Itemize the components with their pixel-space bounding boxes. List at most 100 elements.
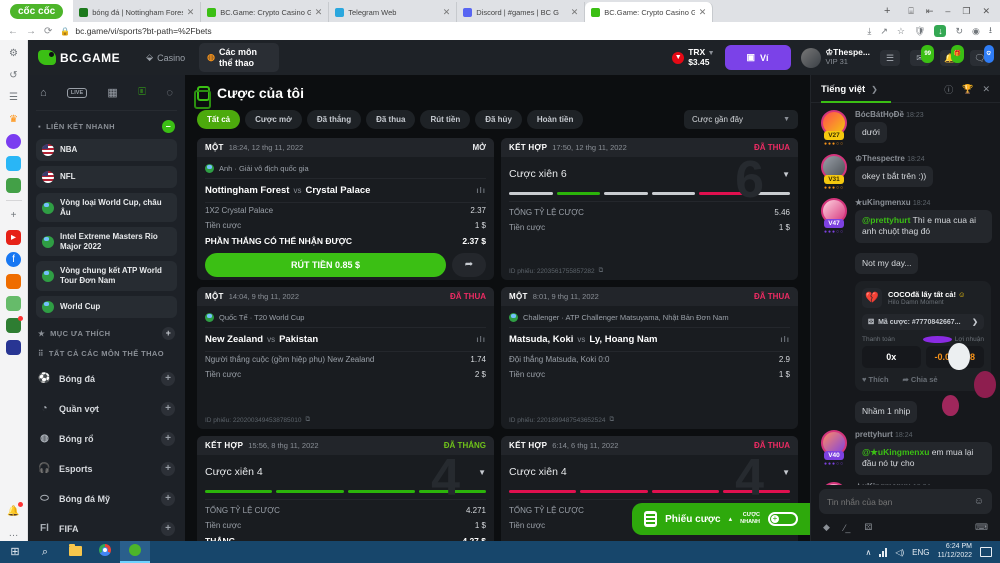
downloads-icon[interactable]: ⭳ xyxy=(989,23,992,39)
trophy-icon[interactable]: 🏆 xyxy=(962,84,973,95)
add-favorite-button[interactable]: + xyxy=(162,327,175,340)
stats-icon[interactable]: ılı xyxy=(780,335,790,344)
volume-icon[interactable]: ◁) xyxy=(895,548,904,557)
crown-icon[interactable]: ♛ xyxy=(6,112,21,127)
balance-selector[interactable]: ▼ TRX ▼ $3.45 xyxy=(672,48,714,67)
add-shortcut-icon[interactable]: + xyxy=(6,208,21,223)
minimize-button[interactable]: – xyxy=(945,6,950,16)
youtube-icon[interactable]: ▸ xyxy=(6,230,21,245)
browser-tab[interactable]: BC.Game: Crypto Casino Gan ✕ xyxy=(201,2,329,22)
language-indicator[interactable]: ENG xyxy=(912,548,929,557)
search-icon[interactable]: ◌ xyxy=(166,87,173,99)
browser-tab[interactable]: Discord | #games | BC G ✕ xyxy=(457,2,585,22)
avatar[interactable] xyxy=(821,482,847,485)
quick-link-item[interactable]: NFL xyxy=(36,166,177,188)
sync-icon[interactable]: ↻ xyxy=(955,26,963,37)
filter-Đã hủy[interactable]: Đã hủy xyxy=(475,110,522,129)
sidebar-sport-item[interactable]: 🎧 Esports + xyxy=(36,454,177,484)
expand-sport-button[interactable]: + xyxy=(161,462,175,476)
notification-bell-icon[interactable]: 🔔🎁 xyxy=(940,50,960,66)
reload-button[interactable]: ⟳ xyxy=(44,26,52,37)
chevron-down-icon[interactable]: ▼ xyxy=(782,170,790,179)
action-center-icon[interactable] xyxy=(980,547,992,557)
filter-Rút tiền[interactable]: Rút tiền xyxy=(420,110,470,129)
copy-icon[interactable]: ⧉ xyxy=(599,267,604,275)
live-icon[interactable]: LIVE xyxy=(67,88,87,98)
close-chat-icon[interactable]: ✕ xyxy=(982,84,990,95)
chat-username[interactable]: ♔Thespectre 18:24 xyxy=(855,154,992,163)
mail-icon[interactable]: ✉99 xyxy=(910,50,930,66)
zalo-icon[interactable] xyxy=(6,156,21,171)
expand-sport-button[interactable]: + xyxy=(161,432,175,446)
shared-bet-card[interactable]: 💔 COCOđã lấy tất cả! ☺ Hilo Damn Moment … xyxy=(855,281,991,391)
sidebar-sport-item[interactable]: ◍ Bóng rổ + xyxy=(36,424,177,454)
expand-sport-button[interactable]: + xyxy=(161,372,175,386)
match-row[interactable]: Matsuda, Kokivs Ly, Hoang Nam ılı xyxy=(509,328,790,352)
reading-list-icon[interactable]: ☰ xyxy=(6,90,21,105)
download-extension-icon[interactable]: ↓ xyxy=(934,25,946,37)
expand-sport-button[interactable]: + xyxy=(161,402,175,416)
new-tab-button[interactable]: + xyxy=(876,5,898,17)
chevron-right-icon[interactable]: ❯ xyxy=(871,85,878,94)
match-row[interactable]: Nottingham Forestvs Crystal Palace ılı xyxy=(205,179,486,203)
match-row[interactable]: New Zealandvs Pakistan ılı xyxy=(205,328,486,352)
save-page-icon[interactable]: ⤓ xyxy=(867,26,871,37)
forward-button[interactable]: → xyxy=(26,26,36,37)
mention[interactable]: @prettyhurt xyxy=(862,215,910,225)
copy-icon[interactable]: ⧉ xyxy=(306,416,311,424)
history-icon[interactable]: ↺ xyxy=(6,68,21,83)
betslip-fab[interactable]: Phiếu cược ▴ CƯỢCNHANH xyxy=(632,503,810,535)
sidebar-sport-item[interactable]: ⬭ Bóng đá Mỹ + xyxy=(36,484,177,514)
stats-icon[interactable]: ılı xyxy=(476,335,486,344)
quick-link-item[interactable]: Intel Extreme Masters Rio Major 2022 xyxy=(36,227,177,256)
my-bets-icon[interactable]: 🗉 xyxy=(138,83,146,102)
nav-sports[interactable]: ◍ Các môn thể thao xyxy=(199,43,279,73)
profile-icon[interactable]: ◉ xyxy=(972,26,980,37)
taskbar-search-icon[interactable]: ⌕ xyxy=(30,541,60,563)
chat-input[interactable] xyxy=(827,497,974,507)
share-icon[interactable]: ↗ xyxy=(880,26,888,37)
wallet-button[interactable]: ▣ Ví xyxy=(725,45,791,70)
chevron-down-icon[interactable]: ▼ xyxy=(478,468,486,477)
leaf-icon[interactable] xyxy=(6,318,21,333)
chat-language[interactable]: Tiếng việt xyxy=(821,84,865,95)
url-box[interactable]: 🔒 bc.game/vi/sports?bt-path=%2Fbets xyxy=(60,24,859,38)
browser-tab[interactable]: bóng đá | Nottingham Fores ✕ xyxy=(73,2,201,22)
like-button[interactable]: ♥ Thích xyxy=(862,375,889,384)
chrome-icon[interactable] xyxy=(90,541,120,563)
file-explorer-icon[interactable] xyxy=(60,541,90,563)
quick-link-item[interactable]: Vòng loại World Cup, châu Âu xyxy=(36,193,177,222)
share-bet-icon[interactable]: ➦ xyxy=(452,253,486,277)
browser-tab[interactable]: BC.Game: Crypto Casino Gar ✕ xyxy=(585,2,713,22)
clock[interactable]: 6:24 PM 11/12/2022 xyxy=(937,543,972,561)
bank-icon[interactable] xyxy=(6,340,21,355)
chevron-down-icon[interactable]: ▼ xyxy=(782,468,790,477)
start-button[interactable]: ⊞ xyxy=(0,541,30,563)
tab-close-icon[interactable]: ✕ xyxy=(571,7,579,18)
quick-link-item[interactable]: World Cup xyxy=(36,296,177,318)
network-icon[interactable] xyxy=(879,548,887,557)
maximize-button[interactable]: ❐ xyxy=(962,6,970,17)
chat-username[interactable]: BócBátHọĐề 18:23 xyxy=(855,110,992,119)
bet-list-icon[interactable]: ☰ xyxy=(880,50,900,66)
calendar-icon[interactable]: ▦ xyxy=(107,86,117,99)
tab-search-icon[interactable]: ⌸ xyxy=(908,6,913,17)
notification-bell-icon[interactable]: 🔔 xyxy=(6,504,21,519)
chat-username[interactable]: prettyhurt 18:24 xyxy=(855,430,992,439)
facebook-icon[interactable]: f xyxy=(6,252,21,267)
close-button[interactable]: ✕ xyxy=(982,6,990,17)
tab-close-icon[interactable]: ✕ xyxy=(187,7,195,18)
sidebar-sport-item[interactable]: ⚽ Bóng đá + xyxy=(36,364,177,394)
quick-link-item[interactable]: NBA xyxy=(36,139,177,161)
emoji-icon[interactable]: ☺ xyxy=(974,496,984,507)
info-icon[interactable]: ⓘ xyxy=(944,83,953,96)
cocktail-icon[interactable]: ◆ xyxy=(823,522,830,533)
back-button[interactable]: ← xyxy=(8,26,18,37)
filter-Đã thua[interactable]: Đã thua xyxy=(366,110,415,129)
nav-casino[interactable]: ⬙ Casino xyxy=(138,48,193,67)
mention[interactable]: @★uKingmenxu xyxy=(862,447,929,457)
coccoc-taskbar-icon[interactable] xyxy=(120,541,150,563)
shield-icon[interactable]: 🛡 xyxy=(914,26,925,37)
share-button[interactable]: ➦ Chia sẻ xyxy=(903,375,938,384)
url-text[interactable]: bc.game/vi/sports?bt-path=%2Fbets xyxy=(75,26,211,36)
